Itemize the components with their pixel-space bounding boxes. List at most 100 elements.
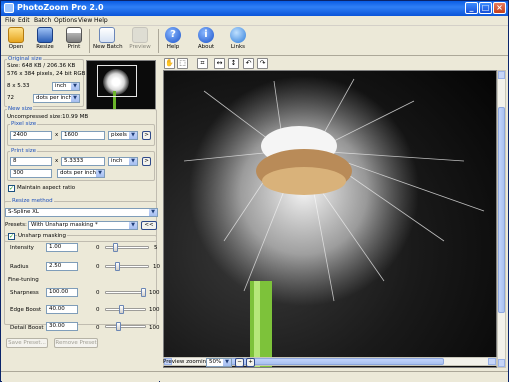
sharpness-label: Sharpness [10,290,39,296]
vertical-scroll-thumb[interactable] [498,107,505,313]
intensity-max: 5 [154,245,158,251]
chevron-down-icon: ▼ [129,222,137,229]
chevron-down-icon: ▼ [96,170,104,177]
folder-icon [8,27,24,43]
title-bar[interactable]: PhotoZoom Pro 2.0 _ □ × [1,1,508,16]
links-button[interactable]: Links [228,27,248,55]
edge-boost-slider[interactable] [105,308,146,311]
chevron-down-icon: ▼ [223,359,231,366]
print-width-input[interactable]: 8 [10,157,52,166]
thumbnail-view-rect[interactable] [97,65,137,97]
radius-slider[interactable] [105,265,149,268]
sharpness-slider[interactable] [105,291,146,294]
edge-boost-slider-thumb[interactable] [119,305,125,314]
crop-icon[interactable]: ⌗ [197,58,208,69]
settings-panel: Original size Size: 648 KB / 206.36 KB 5… [2,56,160,382]
menu-view[interactable]: View [78,17,92,24]
image-preview[interactable] [163,70,497,368]
preview-button[interactable]: Preview [127,27,153,55]
detail-boost-min: 0 [96,325,100,331]
status-bar [1,371,508,381]
printer-icon [66,27,82,43]
chevron-down-icon: ▼ [129,132,137,139]
navigator-thumbnail[interactable] [86,60,156,110]
fit-height-icon[interactable]: ↕ [228,58,239,69]
hand-tool-icon[interactable]: ✋ [164,58,175,69]
minimize-button[interactable]: _ [465,2,478,14]
pixel-width-input[interactable]: 2400 [10,131,52,140]
save-icon [37,27,53,43]
remove-preset-button[interactable]: Remove Preset [54,338,98,348]
radius-min: 0 [96,264,100,270]
resize-method-select[interactable]: S-Spline XL ▼ [5,208,158,217]
vertical-scrollbar[interactable] [497,70,506,368]
unsharp-checkbox[interactable]: ✓ [8,233,15,240]
edge-boost-max: 100 [149,307,160,313]
rotate-left-icon[interactable]: ↶ [243,58,254,69]
presets-select[interactable]: With Unsharp masking * ▼ [28,221,138,230]
app-icon [4,3,14,13]
resize-button[interactable]: Resize [33,27,57,55]
edge-boost-min: 0 [96,307,100,313]
save-preset-button[interactable]: Save Preset... [6,338,48,348]
maximize-button[interactable]: □ [479,2,492,14]
radius-input[interactable]: 2.50 [46,262,78,271]
chevron-down-icon: ▼ [129,158,137,165]
scroll-down-arrow[interactable] [498,359,505,367]
menu-help[interactable]: Help [94,17,108,24]
toolbar-separator [89,29,90,53]
detail-boost-slider-thumb[interactable] [115,322,121,331]
preview-zoom-select[interactable]: 50% ▼ [206,358,232,367]
rotate-right-icon[interactable]: ↷ [257,58,268,69]
original-file-size: Size: 648 KB / 206.36 KB [7,63,76,69]
original-resolution-unit-select[interactable]: dots per inch ▼ [33,94,80,103]
menu-options[interactable]: Options [54,17,77,24]
intensity-slider-thumb[interactable] [112,243,118,252]
open-button[interactable]: Open [5,27,27,55]
detail-boost-slider[interactable] [105,325,146,328]
pixel-unit-select[interactable]: pixels ▼ [108,131,138,140]
about-button[interactable]: i About [195,27,217,55]
presets-toggle-button[interactable]: << [141,221,157,230]
close-button[interactable]: × [493,2,506,14]
intensity-slider[interactable] [105,246,149,249]
original-unit-select[interactable]: inch ▼ [52,82,80,91]
detail-boost-max: 100 [149,325,160,331]
detail-boost-input[interactable]: 30.00 [46,322,78,331]
intensity-input[interactable]: 1.00 [46,243,78,252]
zoom-in-button[interactable]: + [246,358,255,367]
print-resolution-unit-select[interactable]: dots per inch ▼ [57,169,105,178]
toolbar: Open Resize Print New Batch Preview ? He… [1,26,508,56]
menu-file[interactable]: File [5,17,15,24]
sharpness-input[interactable]: 100.00 [46,288,78,297]
zoom-out-button[interactable]: − [235,358,244,367]
help-button[interactable]: ? Help [163,27,183,55]
maintain-aspect-checkbox[interactable]: ✓ [8,185,15,192]
pixel-height-input[interactable]: 1600 [61,131,105,140]
menu-edit[interactable]: Edit [18,17,30,24]
dandelion-photo [164,71,496,367]
times-sign: x [55,158,59,164]
sharpness-slider-thumb[interactable] [141,288,146,297]
scroll-right-arrow[interactable] [488,358,496,365]
info-icon: i [198,27,214,43]
print-unit-select[interactable]: inch ▼ [108,157,138,166]
preview-zoom-label: Preview zooming: [163,359,212,365]
menu-batch[interactable]: Batch [34,17,51,24]
original-size-label: Original size [7,56,43,62]
fit-width-icon[interactable]: ↔ [214,58,225,69]
print-resolution-input[interactable]: 300 [10,169,52,178]
radius-slider-thumb[interactable] [114,262,120,271]
scroll-up-arrow[interactable] [498,71,505,79]
edge-boost-input[interactable]: 40.00 [46,305,78,314]
preview-icon [132,27,148,43]
chevron-down-icon: ▼ [149,209,157,216]
toolbar-separator [158,29,159,53]
new-batch-button[interactable]: New Batch [93,27,123,55]
print-button[interactable]: Print [63,27,85,55]
print-height-input[interactable]: 5.3333 [61,157,105,166]
select-tool-icon[interactable]: ⬚ [177,58,188,69]
chevron-down-icon: ▼ [71,95,79,102]
print-size-arrow-button[interactable]: > [142,157,151,166]
pixel-size-arrow-button[interactable]: > [142,131,151,140]
